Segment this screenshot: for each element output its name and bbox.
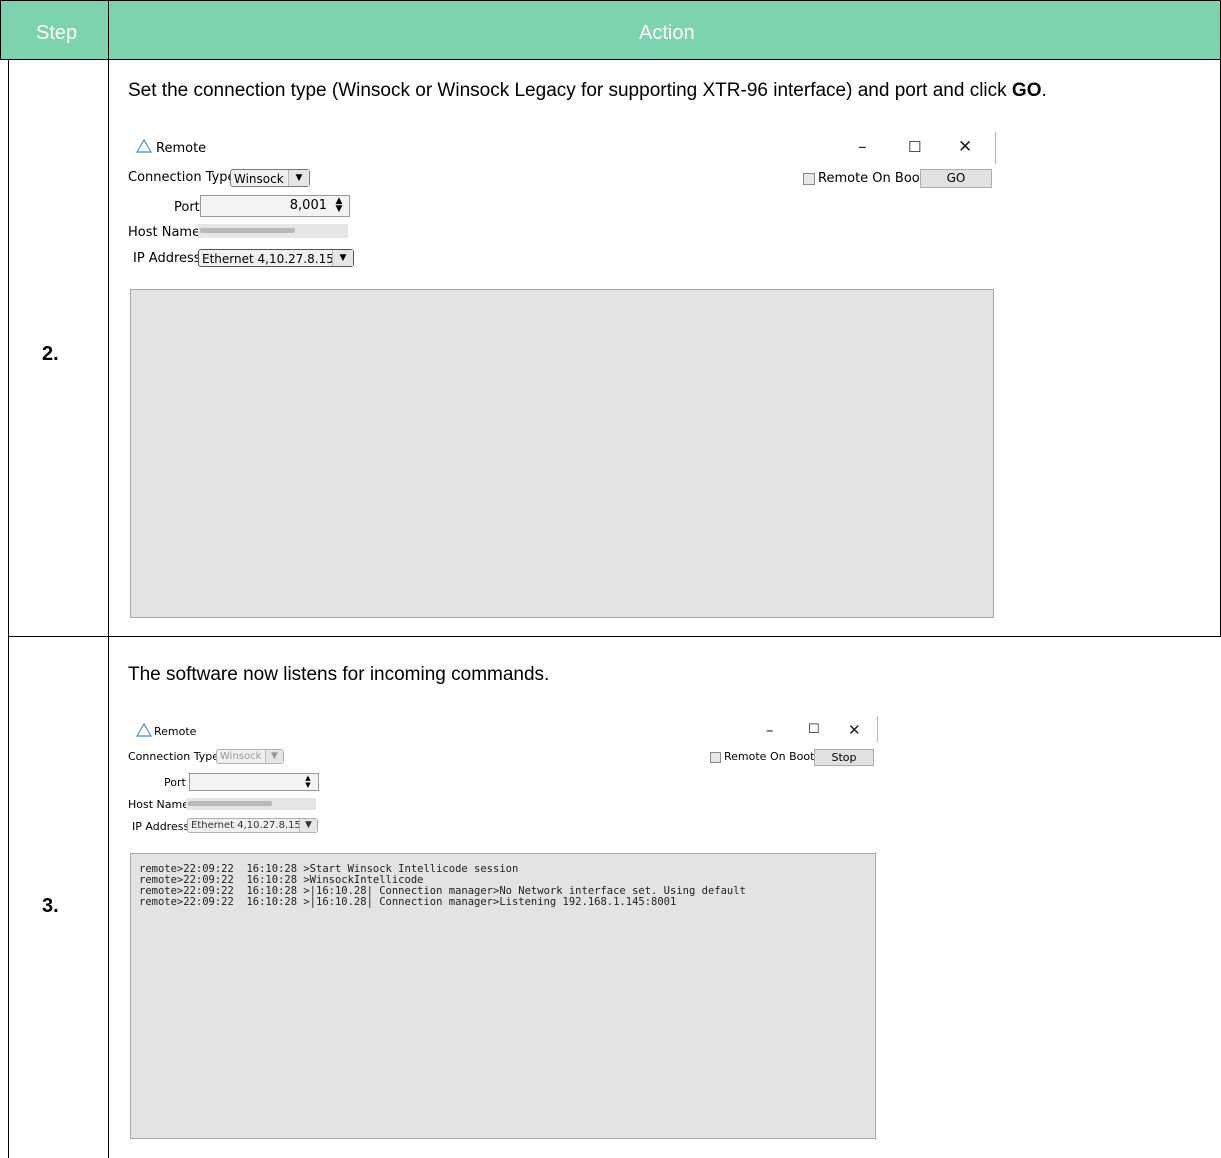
remote-on-boot-label: Remote On Boot <box>724 750 815 763</box>
connection-type-label: Connection Type <box>128 750 220 763</box>
ip-address-select[interactable]: Ethernet 4,10.27.8.15) ▼ <box>198 249 354 267</box>
host-name-field <box>198 224 348 238</box>
spinner-icon[interactable]: ▲ ▼ <box>332 197 346 214</box>
title-bar: Remote – ☐ ✕ <box>128 132 996 162</box>
table-divider <box>108 59 109 1158</box>
step-number: 3. <box>42 895 59 917</box>
header-step: Step <box>36 22 78 44</box>
port-label: Port <box>164 776 186 789</box>
log-output: remote>22:09:22 16:10:28 >Start Winsock … <box>130 853 876 1139</box>
window-edge <box>995 132 996 164</box>
go-button[interactable]: GO <box>920 169 992 188</box>
maximize-icon[interactable]: ☐ <box>908 138 921 156</box>
port-stepper[interactable]: 8,001 ▲ ▼ <box>200 195 350 217</box>
port-stepper[interactable]: ▲ ▼ <box>189 773 319 791</box>
triangle-logo-icon <box>136 723 152 737</box>
chevron-down-icon: ▼ <box>332 250 353 266</box>
remote-dialog: Remote – ☐ ✕ Connection Type Winsock ▼ P… <box>128 132 996 620</box>
redacted-host <box>188 801 272 806</box>
remote-on-boot-checkbox[interactable] <box>710 752 721 763</box>
instruction-text: The software now listens for incoming co… <box>128 664 550 685</box>
host-name-field <box>186 798 316 810</box>
title-bar: Remote – ☐ ✕ <box>128 716 878 746</box>
window-title: Remote <box>154 725 197 738</box>
log-lines: remote>22:09:22 16:10:28 >Start Winsock … <box>139 864 746 908</box>
window-title: Remote <box>156 141 207 156</box>
port-value: 8,001 <box>289 198 327 213</box>
chevron-down-icon: ▼ <box>299 819 317 832</box>
connection-type-select[interactable]: Winsock ▼ <box>230 169 310 187</box>
connection-type-value: Winsock <box>220 751 262 762</box>
go-keyword: GO <box>1011 80 1042 101</box>
remote-on-boot-checkbox[interactable] <box>803 173 815 185</box>
step-number: 2. <box>42 343 59 365</box>
spinner-icon[interactable]: ▲ ▼ <box>301 775 315 789</box>
minimize-icon[interactable]: – <box>766 721 774 739</box>
connection-type-label: Connection Type <box>128 170 236 185</box>
instruction-text: Set the connection type (Winsock or Wins… <box>128 80 1047 101</box>
chevron-down-icon: ▼ <box>288 170 309 186</box>
remote-dialog: Remote – ☐ ✕ Connection Type Winsock ▼ P… <box>128 716 878 1140</box>
host-name-label: Host Name <box>128 798 189 811</box>
chevron-down-icon: ▼ <box>265 750 283 763</box>
maximize-icon[interactable]: ☐ <box>808 722 820 737</box>
window-edge <box>877 716 878 742</box>
connection-type-select[interactable]: Winsock ▼ <box>216 749 284 764</box>
ip-address-label: IP Address <box>132 820 190 833</box>
ip-address-value: Ethernet 4,10.27.8.15) <box>202 252 339 266</box>
host-name-label: Host Name <box>128 225 201 240</box>
triangle-logo-icon <box>136 139 152 153</box>
port-label: Port <box>174 200 200 215</box>
table-border-left <box>8 59 9 1158</box>
table-header: Step Action <box>0 0 1221 61</box>
ip-address-label: IP Address <box>133 251 201 266</box>
document-page: Step Action 2. Set the connection type (… <box>0 0 1221 1158</box>
row-divider <box>8 636 1221 637</box>
close-icon[interactable]: ✕ <box>958 137 972 157</box>
stop-button[interactable]: Stop <box>814 749 874 766</box>
ip-address-select[interactable]: Ethernet 4,10.27.8.15) ▼ <box>187 818 318 833</box>
close-icon[interactable]: ✕ <box>848 721 861 739</box>
log-line: remote>22:09:22 16:10:28 >|16:10.28| Con… <box>139 896 677 908</box>
log-output <box>130 289 994 618</box>
connection-type-value: Winsock <box>234 172 284 186</box>
minimize-icon[interactable]: – <box>858 137 867 157</box>
header-action: Action <box>639 22 695 44</box>
redacted-host <box>200 228 295 233</box>
remote-on-boot-label: Remote On Boot <box>818 171 925 186</box>
ip-address-value: Ethernet 4,10.27.8.15) <box>191 820 305 831</box>
